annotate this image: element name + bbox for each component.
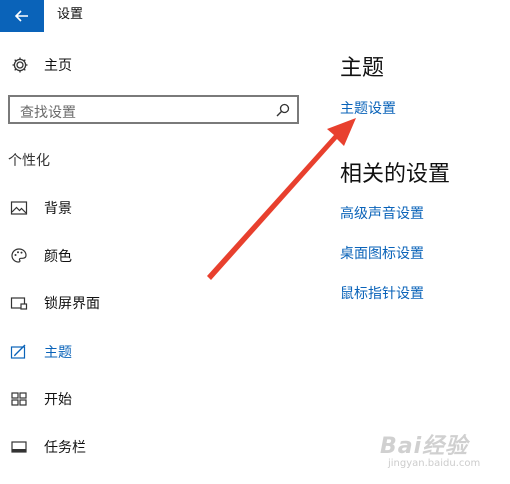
theme-settings-link[interactable]: 主题设置 <box>340 98 396 118</box>
sidebar-item-lock-screen[interactable]: 锁屏界面 <box>10 292 100 314</box>
taskbar-icon <box>11 441 27 453</box>
back-arrow-icon <box>15 10 28 22</box>
sidebar-item-background[interactable]: 背景 <box>10 197 72 219</box>
sidebar-item-label: 背景 <box>44 201 72 217</box>
search-icon[interactable] <box>275 102 291 118</box>
watermark-url: jingyan.baidu.com <box>388 458 481 469</box>
sidebar-item-label: 颜色 <box>44 249 72 265</box>
section-label-personalization: 个性化 <box>8 153 50 169</box>
search-placeholder: 查找设置 <box>20 105 76 121</box>
sidebar-item-start[interactable]: 开始 <box>10 388 72 410</box>
start-tiles-icon <box>11 392 27 406</box>
window-title: 设置 <box>57 7 84 22</box>
sidebar-item-label: 任务栏 <box>44 440 86 456</box>
sidebar-item-label: 开始 <box>44 392 72 408</box>
related-settings-heading: 相关的设置 <box>340 162 451 187</box>
mouse-pointer-settings-link[interactable]: 鼠标指针设置 <box>340 283 424 303</box>
annotation-arrow <box>207 118 356 280</box>
image-icon <box>10 201 28 215</box>
watermark: Bai经验 jingyan.baidu.com <box>380 428 498 476</box>
search-input[interactable]: 查找设置 <box>8 95 299 124</box>
sidebar-item-label: 锁屏界面 <box>44 296 100 312</box>
title-bar: 设置 <box>0 0 510 32</box>
home-label: 主页 <box>44 58 72 74</box>
watermark-brand: Bai经验 <box>380 434 469 459</box>
theme-brush-icon <box>10 344 26 359</box>
sidebar-item-colors[interactable]: 颜色 <box>10 245 72 267</box>
sidebar-item-themes[interactable]: 主题 <box>10 341 72 363</box>
themes-heading: 主题 <box>340 56 385 81</box>
back-button[interactable] <box>0 0 44 32</box>
desktop-icon-settings-link[interactable]: 桌面图标设置 <box>340 243 424 263</box>
sidebar-item-label: 主题 <box>44 345 72 361</box>
sidebar-item-home[interactable]: 主页 <box>10 54 72 76</box>
settings-window: 设置 主页 查找设置 个性化 背景 颜色 锁屏界面 主题 开始 任务栏 主题 主… <box>0 0 510 484</box>
advanced-sound-settings-link[interactable]: 高级声音设置 <box>340 203 424 223</box>
sidebar-item-taskbar[interactable]: 任务栏 <box>10 436 86 458</box>
lock-screen-icon <box>10 297 28 310</box>
palette-icon <box>11 248 27 263</box>
gear-icon <box>12 57 28 73</box>
